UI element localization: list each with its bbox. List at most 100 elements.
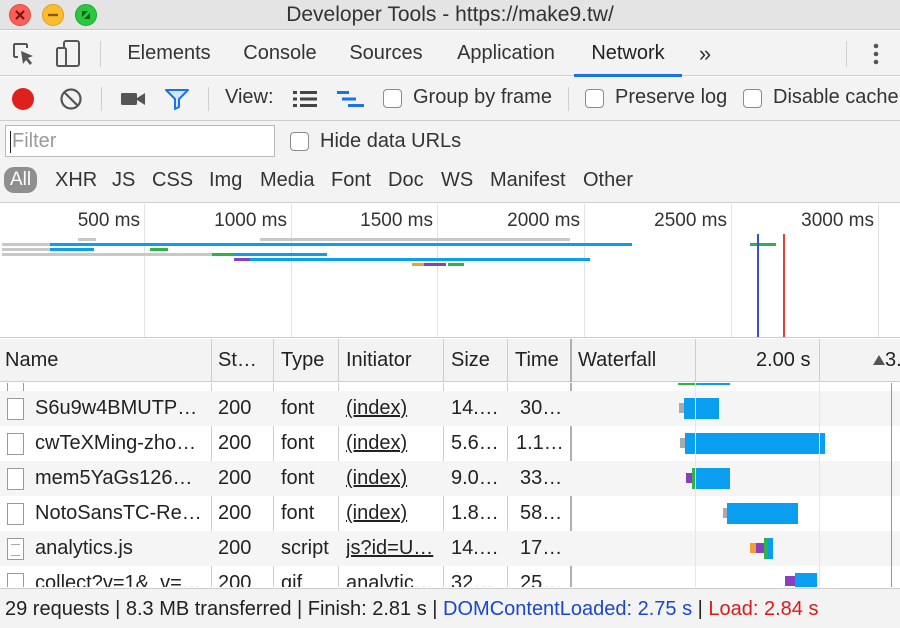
tab-sources[interactable]: Sources (339, 31, 433, 76)
overview-bar (424, 263, 446, 266)
column-divider[interactable] (211, 339, 212, 382)
table-row[interactable]: analytics.js 200 script js?id=U… 14.… 17… (0, 531, 900, 566)
divider (100, 41, 101, 67)
video-camera-icon (121, 93, 145, 105)
customize-menu-button[interactable] (866, 41, 886, 67)
clear-button[interactable] (58, 86, 84, 112)
request-type: font (281, 502, 315, 524)
table-row[interactable]: collect?v=1&_v=… 200 gif analytic… 32… 2… (0, 566, 900, 587)
type-filter-media[interactable]: Media (260, 169, 314, 192)
request-initiator-link[interactable]: analytic… (346, 566, 438, 587)
column-header-name[interactable]: Name (5, 339, 205, 382)
table-row[interactable]: NotoSansTC-Re… 200 font (index) 1.8… 58… (0, 496, 900, 531)
disable-cache-checkbox[interactable] (743, 89, 762, 108)
column-header-waterfall[interactable]: Waterfall (578, 339, 688, 382)
overview-tick: 3000 ms (801, 210, 874, 231)
more-tabs-button[interactable]: » (690, 31, 720, 76)
column-divider[interactable] (443, 339, 444, 382)
request-initiator-link[interactable]: (index) (346, 496, 438, 531)
request-time: 30… (520, 397, 563, 419)
large-rows-button[interactable] (291, 88, 319, 110)
column-header-initiator[interactable]: Initiator (346, 339, 436, 382)
network-overview[interactable]: 500 ms 1000 ms 1500 ms 2000 ms 2500 ms 3… (0, 204, 900, 338)
tab-console[interactable]: Console (233, 31, 327, 76)
grid-line (437, 204, 438, 337)
inspect-cursor-icon (13, 43, 33, 65)
request-initiator-link[interactable]: js?id=U… (346, 531, 438, 566)
inspect-element-button[interactable] (10, 40, 38, 68)
request-status: 200 (218, 572, 252, 587)
network-summary-bar: 29 requests | 8.3 MB transferred | Finis… (0, 588, 900, 628)
load-marker (783, 234, 785, 337)
type-filter-css[interactable]: CSS (152, 169, 193, 192)
column-divider[interactable] (338, 339, 339, 382)
type-filter-all[interactable]: All (4, 167, 38, 193)
divider (208, 87, 209, 111)
overview-bar (260, 238, 570, 241)
table-row[interactable]: cwTeXMing-zho… 200 font (index) 5.6… 1.1… (0, 426, 900, 461)
funnel-icon (165, 89, 189, 110)
column-divider[interactable] (570, 339, 572, 382)
table-row[interactable]: S6u9w4BMUTP… 200 font (index) 14.… 30… (0, 391, 900, 426)
table-row[interactable]: mem5YaGs126… 200 font (index) 9.0… 33… (0, 461, 900, 496)
type-filter-other[interactable]: Other (583, 169, 633, 192)
device-toolbar-button[interactable] (54, 39, 82, 69)
tab-network[interactable]: Network (574, 31, 682, 77)
network-toolbar: View: Group by frame Preserve log Disabl… (0, 77, 900, 121)
divider (101, 87, 102, 111)
overview-bar (2, 243, 50, 246)
overview-bar (750, 243, 776, 246)
request-type: font (281, 397, 315, 419)
overview-bar (150, 248, 168, 251)
overview-tick: 500 ms (77, 210, 140, 231)
request-initiator-link[interactable]: (index) (346, 426, 438, 461)
grid-line (291, 204, 292, 337)
type-filter-img[interactable]: Img (209, 169, 242, 192)
waterfall-bar (727, 503, 798, 524)
separator: | (109, 598, 126, 620)
file-icon (7, 398, 24, 420)
group-by-frame-checkbox[interactable] (383, 89, 402, 108)
request-table-header: Name St… Type Initiator Size Time Waterf… (0, 339, 900, 382)
request-size: 9.0… (451, 467, 499, 489)
type-filter-font[interactable]: Font (331, 169, 371, 192)
type-filter-js[interactable]: JS (112, 169, 135, 192)
column-divider[interactable] (507, 339, 508, 382)
file-icon (7, 433, 24, 455)
request-initiator-link[interactable]: (index) (346, 461, 438, 496)
request-time: 33… (520, 467, 563, 489)
overview-tick: 2000 ms (507, 210, 580, 231)
grid-line (144, 204, 145, 337)
type-filter-doc[interactable]: Doc (388, 169, 424, 192)
overview-button[interactable] (336, 88, 366, 110)
separator: | (426, 598, 444, 620)
record-button[interactable] (10, 86, 36, 112)
type-filter-xhr[interactable]: XHR (55, 169, 97, 192)
column-divider[interactable] (273, 339, 274, 382)
filter-toggle-button[interactable] (163, 87, 191, 111)
script-icon (7, 538, 24, 560)
column-header-size[interactable]: Size (451, 339, 501, 382)
request-size: 5.6… (451, 432, 499, 454)
hide-data-urls-checkbox[interactable] (290, 132, 309, 151)
capture-screenshots-button[interactable] (119, 87, 147, 111)
waterfall-bar (684, 398, 719, 419)
resource-type-filters: All XHR JS CSS Img Media Font Doc WS Man… (0, 161, 900, 203)
request-time: 58… (520, 502, 563, 524)
column-header-type[interactable]: Type (281, 339, 336, 382)
overview-bar (234, 258, 250, 261)
sort-ascending-icon (872, 353, 886, 367)
tab-elements[interactable]: Elements (117, 31, 221, 76)
request-initiator-link[interactable]: (index) (346, 391, 438, 426)
column-header-time[interactable]: Time (515, 339, 565, 382)
preserve-log-checkbox[interactable] (585, 89, 604, 108)
column-header-status[interactable]: St… (218, 339, 268, 382)
filter-bar: Filter Hide data URLs (0, 121, 900, 161)
filter-input[interactable]: Filter (5, 125, 275, 157)
overview-tick: 1500 ms (360, 210, 433, 231)
type-filter-manifest[interactable]: Manifest (490, 169, 566, 192)
type-filter-ws[interactable]: WS (441, 169, 473, 192)
request-name: collect?v=1&_v=… (35, 572, 202, 587)
tab-application[interactable]: Application (446, 31, 566, 76)
record-icon (12, 88, 34, 110)
